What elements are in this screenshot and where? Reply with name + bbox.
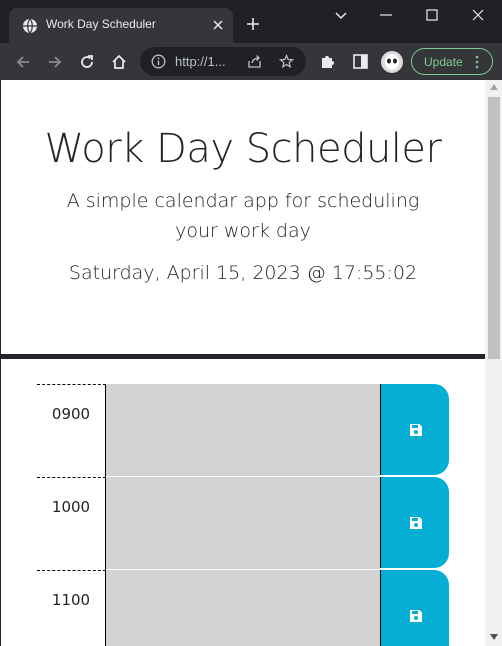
- globe-icon: [23, 18, 37, 34]
- event-description-input[interactable]: [106, 477, 380, 570]
- scroll-down-arrow-icon[interactable]: [490, 634, 498, 640]
- minimize-icon[interactable]: [378, 7, 394, 23]
- hour-label: 1000: [37, 477, 106, 570]
- time-block-list: 0900 1000 1100: [37, 384, 449, 646]
- hour-label: 0900: [37, 384, 106, 477]
- page-viewport: Work Day Scheduler A simple calendar app…: [0, 80, 502, 646]
- more-vert-icon[interactable]: [474, 55, 480, 69]
- page-subtitle: A simple calendar app for scheduling you…: [66, 190, 420, 242]
- browser-tab[interactable]: Work Day Scheduler: [9, 8, 233, 43]
- update-label: Update: [424, 55, 463, 69]
- time-block: 1000: [37, 477, 449, 570]
- scrollbar-thumb[interactable]: [488, 97, 500, 359]
- side-panel-icon[interactable]: [352, 53, 369, 70]
- event-description-input[interactable]: [106, 570, 380, 646]
- floppy-disk-icon: [410, 424, 422, 436]
- event-description-input[interactable]: [106, 384, 380, 477]
- close-tab-icon[interactable]: [211, 18, 225, 32]
- tab-search-icon[interactable]: [333, 7, 349, 23]
- tab-title: Work Day Scheduler: [46, 17, 156, 31]
- floppy-disk-icon: [410, 610, 422, 622]
- save-button[interactable]: [380, 570, 449, 646]
- hour-label: 1100: [37, 570, 106, 646]
- maximize-icon[interactable]: [424, 7, 440, 23]
- browser-toolbar: http://1... Update: [0, 43, 502, 80]
- share-icon[interactable]: [247, 54, 262, 69]
- new-tab-icon[interactable]: [245, 16, 261, 32]
- url-text[interactable]: http://1...: [175, 54, 226, 69]
- address-bar[interactable]: http://1...: [140, 47, 306, 76]
- bookmark-star-icon[interactable]: [279, 54, 294, 69]
- save-button[interactable]: [380, 384, 449, 475]
- extensions-puzzle-icon[interactable]: [319, 53, 336, 70]
- scroll-up-arrow-icon[interactable]: [490, 84, 498, 90]
- vertical-scrollbar[interactable]: [485, 80, 502, 646]
- time-block: 0900: [37, 384, 449, 477]
- floppy-disk-icon: [410, 517, 422, 529]
- reload-icon[interactable]: [78, 53, 96, 71]
- forward-icon[interactable]: [46, 53, 64, 71]
- update-button[interactable]: Update: [411, 48, 493, 75]
- page-title: Work Day Scheduler: [44, 126, 442, 172]
- alien-avatar-icon: [385, 54, 399, 70]
- header-divider: [1, 354, 485, 359]
- window-close-icon[interactable]: [470, 7, 486, 23]
- time-block: 1100: [37, 570, 449, 646]
- home-icon[interactable]: [110, 53, 128, 71]
- site-info-icon[interactable]: [151, 54, 166, 69]
- back-icon[interactable]: [14, 53, 32, 71]
- save-button[interactable]: [380, 477, 449, 568]
- profile-avatar[interactable]: [381, 51, 403, 73]
- tab-strip: Work Day Scheduler: [0, 0, 502, 43]
- current-datetime: Saturday, April 15, 2023 @ 17:55:02: [68, 262, 418, 284]
- page-header: Work Day Scheduler A simple calendar app…: [1, 80, 485, 359]
